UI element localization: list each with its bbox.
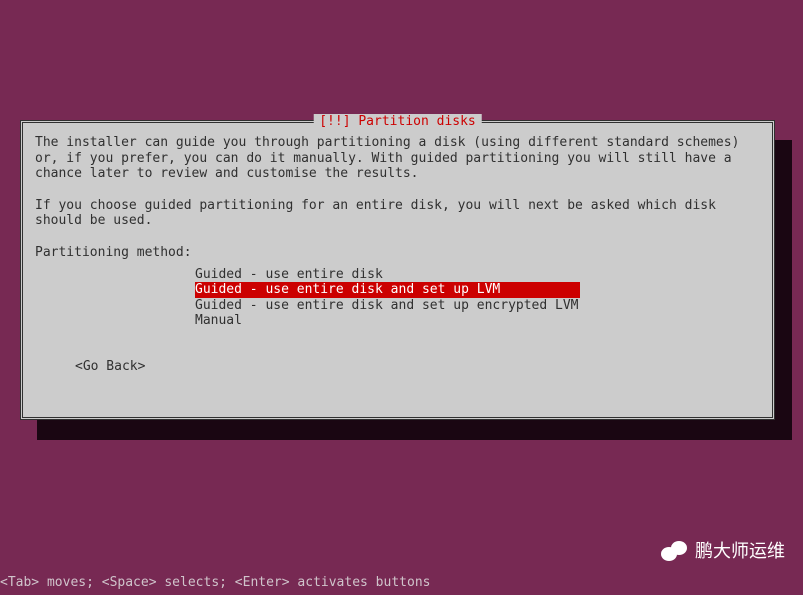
wechat-icon <box>661 541 687 563</box>
dialog-content: The installer can guide you through part… <box>23 123 772 375</box>
footer-help-text: <Tab> moves; <Space> selects; <Enter> ac… <box>0 575 430 591</box>
option-guided-lvm[interactable]: Guided - use entire disk and set up LVM <box>195 282 580 298</box>
intro-text: The installer can guide you through part… <box>35 135 760 182</box>
method-label: Partitioning method: <box>35 245 760 261</box>
partition-dialog: [!!] Partition disks The installer can g… <box>20 120 775 420</box>
partition-method-menu: Guided - use entire disk Guided - use en… <box>195 267 760 329</box>
option-guided-encrypted-lvm[interactable]: Guided - use entire disk and set up encr… <box>195 298 760 314</box>
watermark: 鹏大师运维 <box>661 541 785 563</box>
option-manual[interactable]: Manual <box>195 313 760 329</box>
go-back-button[interactable]: <Go Back> <box>75 359 760 375</box>
dialog-title: [!!] Partition disks <box>313 114 482 130</box>
note-text: If you choose guided partitioning for an… <box>35 198 760 229</box>
option-guided-entire-disk[interactable]: Guided - use entire disk <box>195 267 760 283</box>
watermark-text: 鹏大师运维 <box>695 541 785 563</box>
